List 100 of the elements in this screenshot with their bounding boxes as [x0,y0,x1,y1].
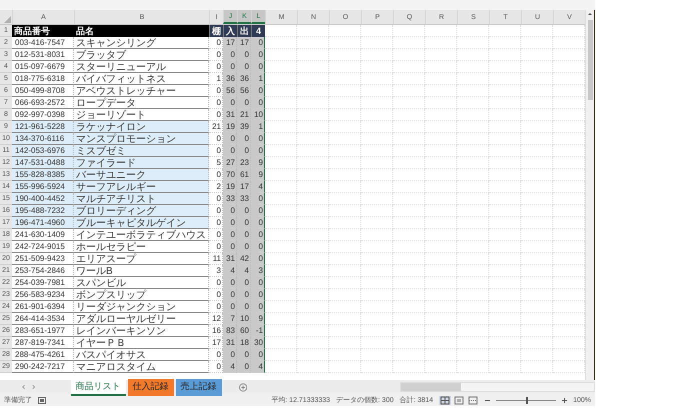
empty-cell [297,61,329,73]
empty-cell [521,133,553,145]
table-cell: 1 [251,121,265,133]
empty-cell [297,169,329,181]
table-cell: 0 [251,253,265,265]
header-cell: 入 [223,25,237,37]
empty-cell [489,133,521,145]
empty-cell [361,121,393,133]
empty-cell [457,337,489,349]
table-cell: 0 [251,229,265,241]
empty-cell [425,313,457,325]
empty-cell [457,361,489,373]
table-cell: 0 [251,49,265,61]
empty-cell [393,241,425,253]
table-cell: 56 [223,85,237,97]
page-break-icon[interactable] [467,396,480,404]
table-cell: 0 [251,241,265,253]
page-layout-icon[interactable] [453,396,466,404]
table-cell: 0 [237,205,251,217]
empty-cell [521,121,553,133]
empty-cell [425,109,457,121]
tab-next-icon[interactable] [30,383,38,391]
table-cell: 23 [237,157,251,169]
header-cell: 商品番号 [12,25,74,37]
empty-cell [457,205,489,217]
sheet-tab[interactable]: 売上記録 [176,378,222,396]
table-cell: 0 [251,145,265,157]
table-cell: 012-531-8031 [12,49,74,61]
empty-cell [489,265,521,277]
empty-cell [329,277,361,289]
table-cell: 10 [251,109,265,121]
empty-cell [457,121,489,133]
empty-cell [521,265,553,277]
table-cell: ワールB [74,265,209,277]
table-cell: 0 [251,133,265,145]
empty-cell [329,73,361,85]
table-cell: 0 [223,217,237,229]
tab-prev-icon[interactable] [20,383,28,391]
table-cell: サーフアレルギー [74,181,209,193]
empty-cell [297,325,329,337]
empty-cell [361,61,393,73]
empty-cell [361,313,393,325]
empty-cell [457,253,489,265]
table-cell: 9 [251,313,265,325]
empty-cell [329,253,361,265]
empty-cell [361,289,393,301]
table-cell: 0 [237,289,251,301]
empty-cell [425,337,457,349]
table-cell: 19 [223,121,237,133]
empty-cell [393,217,425,229]
sheet-tab[interactable]: 商品リスト [70,378,126,396]
empty-cell [425,121,457,133]
add-sheet-icon[interactable] [238,382,247,392]
empty-cell [329,109,361,121]
table-cell: 0 [251,277,265,289]
empty-cell [425,205,457,217]
zoom-out-icon[interactable] [485,398,490,402]
empty-cell [329,349,361,361]
table-cell: 4 [223,265,237,277]
table-cell: 30 [251,337,265,349]
empty-cell [329,169,361,181]
empty-cell [425,97,457,109]
empty-cell [329,121,361,133]
sheet-tab[interactable]: 仕入記録 [128,378,174,396]
empty-cell [489,193,521,205]
macro-record-icon[interactable] [38,396,46,404]
table-cell: 83 [223,325,237,337]
empty-cell [457,229,489,241]
empty-cell [457,193,489,205]
horizontal-scrollbar[interactable] [400,382,595,392]
empty-cell [329,193,361,205]
scroll-up-icon[interactable] [586,10,594,18]
table-cell: 0 [251,37,265,49]
empty-cell [329,289,361,301]
empty-cell [361,181,393,193]
table-cell: 0 [237,301,251,313]
empty-cell [489,181,521,193]
table-cell: 0 [251,217,265,229]
table-cell: 39 [237,121,251,133]
zoom-in-icon[interactable] [562,398,568,402]
empty-cell [521,157,553,169]
empty-cell [425,169,457,181]
table-cell: 0 [223,241,237,253]
table-cell: 9 [251,157,265,169]
empty-cell [297,253,329,265]
empty-cell [297,121,329,133]
empty-cell [521,109,553,121]
empty-cell [361,97,393,109]
normal-view-icon[interactable] [439,396,452,404]
empty-cell [297,49,329,61]
table-cell: 155-996-5924 [12,181,74,193]
table-cell: バーサユニーク [74,169,209,181]
empty-cell [393,37,425,49]
table-cell: ブロリーディング [74,205,209,217]
vertical-scrollbar[interactable] [585,10,594,380]
empty-cell [521,181,553,193]
table-cell: 0 [237,229,251,241]
header-cell: 出 [237,25,251,37]
table-cell: リーダジャンクション [74,301,209,313]
table-cell: 7 [223,313,237,325]
